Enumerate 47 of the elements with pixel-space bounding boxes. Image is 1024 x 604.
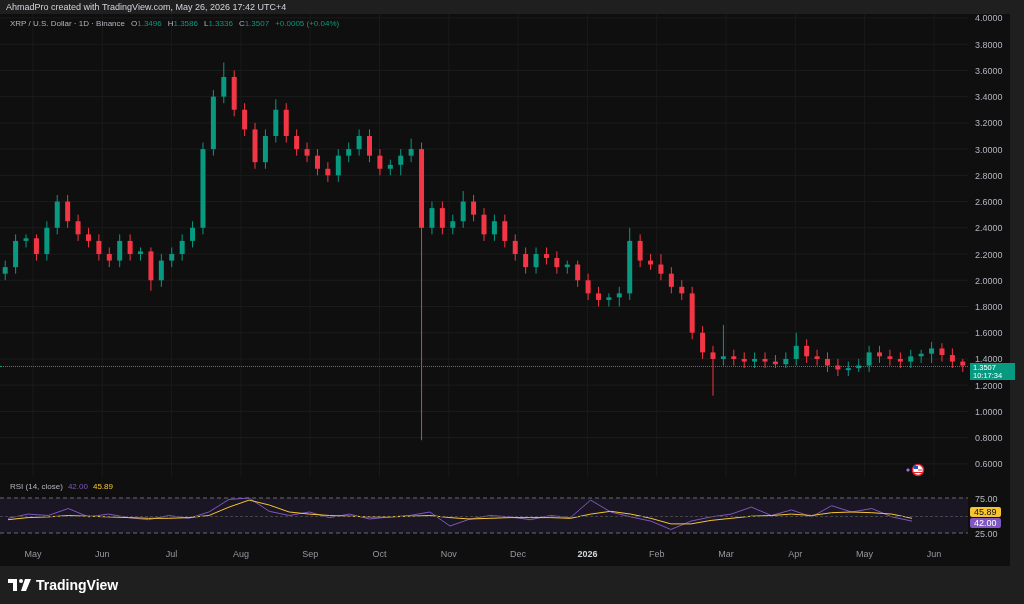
ma-value: 45.89 bbox=[92, 482, 113, 491]
time-tick: Apr bbox=[788, 549, 803, 559]
credit-text: AhmadPro created with TradingView.com, May 26, 2026 17:42 UTC+4 bbox=[5, 1, 288, 14]
change-value: +0.0005 (+0.04%) bbox=[275, 19, 340, 28]
price-tick: 1.4000 bbox=[975, 354, 1003, 365]
price-tick: 2.4000 bbox=[975, 223, 1003, 234]
time-tick: Jun bbox=[926, 549, 942, 559]
price-tick: 3.6000 bbox=[975, 65, 1003, 76]
rsi-value: 42.00 bbox=[67, 482, 88, 491]
ohlc-value: H1.3586 bbox=[167, 19, 198, 28]
price-tick: 1.0000 bbox=[975, 406, 1003, 417]
time-tick: Jul bbox=[165, 549, 178, 559]
time-tick: Jun bbox=[95, 549, 110, 559]
price-tick: 1.8000 bbox=[975, 302, 1003, 312]
price-tick: 2.8000 bbox=[975, 170, 1003, 181]
rsi-title: RSI (14, close) bbox=[10, 482, 63, 491]
price-tick: 2.2000 bbox=[975, 249, 1003, 260]
time-tick: 2026 bbox=[577, 549, 598, 559]
time-tick: Sep bbox=[302, 549, 319, 559]
ohlc-value: C1.3507 bbox=[238, 19, 270, 28]
price-tick: 1.2000 bbox=[975, 380, 1003, 391]
ohlc-value: L1.3336 bbox=[203, 19, 233, 28]
ma-value-label: 45.89 bbox=[970, 507, 1001, 517]
time-tick: May bbox=[856, 549, 874, 559]
time-tick: Oct bbox=[372, 549, 387, 559]
price-tick: 0.8000 bbox=[975, 433, 1003, 444]
price-tick: 3.4000 bbox=[975, 92, 1003, 103]
price-tick: 4.0000 bbox=[975, 14, 1003, 24]
logo-text: TradingView bbox=[36, 577, 119, 593]
time-tick: Feb bbox=[648, 549, 665, 559]
price-tick: 2.0000 bbox=[975, 275, 1003, 286]
price-tick: 3.8000 bbox=[975, 39, 1003, 50]
symbol-title: XRP / U.S. Dollar · 1D · Binance bbox=[10, 19, 125, 28]
time-tick: Mar bbox=[718, 549, 734, 559]
price-tick: 2.6000 bbox=[975, 197, 1003, 208]
time-tick: Aug bbox=[232, 549, 249, 559]
time-tick: Dec bbox=[510, 549, 527, 559]
rsi-tick: 75.00 bbox=[975, 493, 998, 504]
price-tick: 1.6000 bbox=[975, 328, 1003, 339]
ohlc-value: O1.3496 bbox=[131, 19, 162, 28]
time-tick: Nov bbox=[440, 549, 457, 559]
time-tick: May bbox=[24, 549, 42, 559]
price-tick: 3.0000 bbox=[975, 144, 1003, 155]
price-tick: 3.2000 bbox=[975, 118, 1003, 129]
rsi-value-label: 42.00 bbox=[970, 518, 1001, 528]
rsi-tick: 25.00 bbox=[975, 528, 998, 539]
price-tick: 0.6000 bbox=[975, 459, 1003, 470]
